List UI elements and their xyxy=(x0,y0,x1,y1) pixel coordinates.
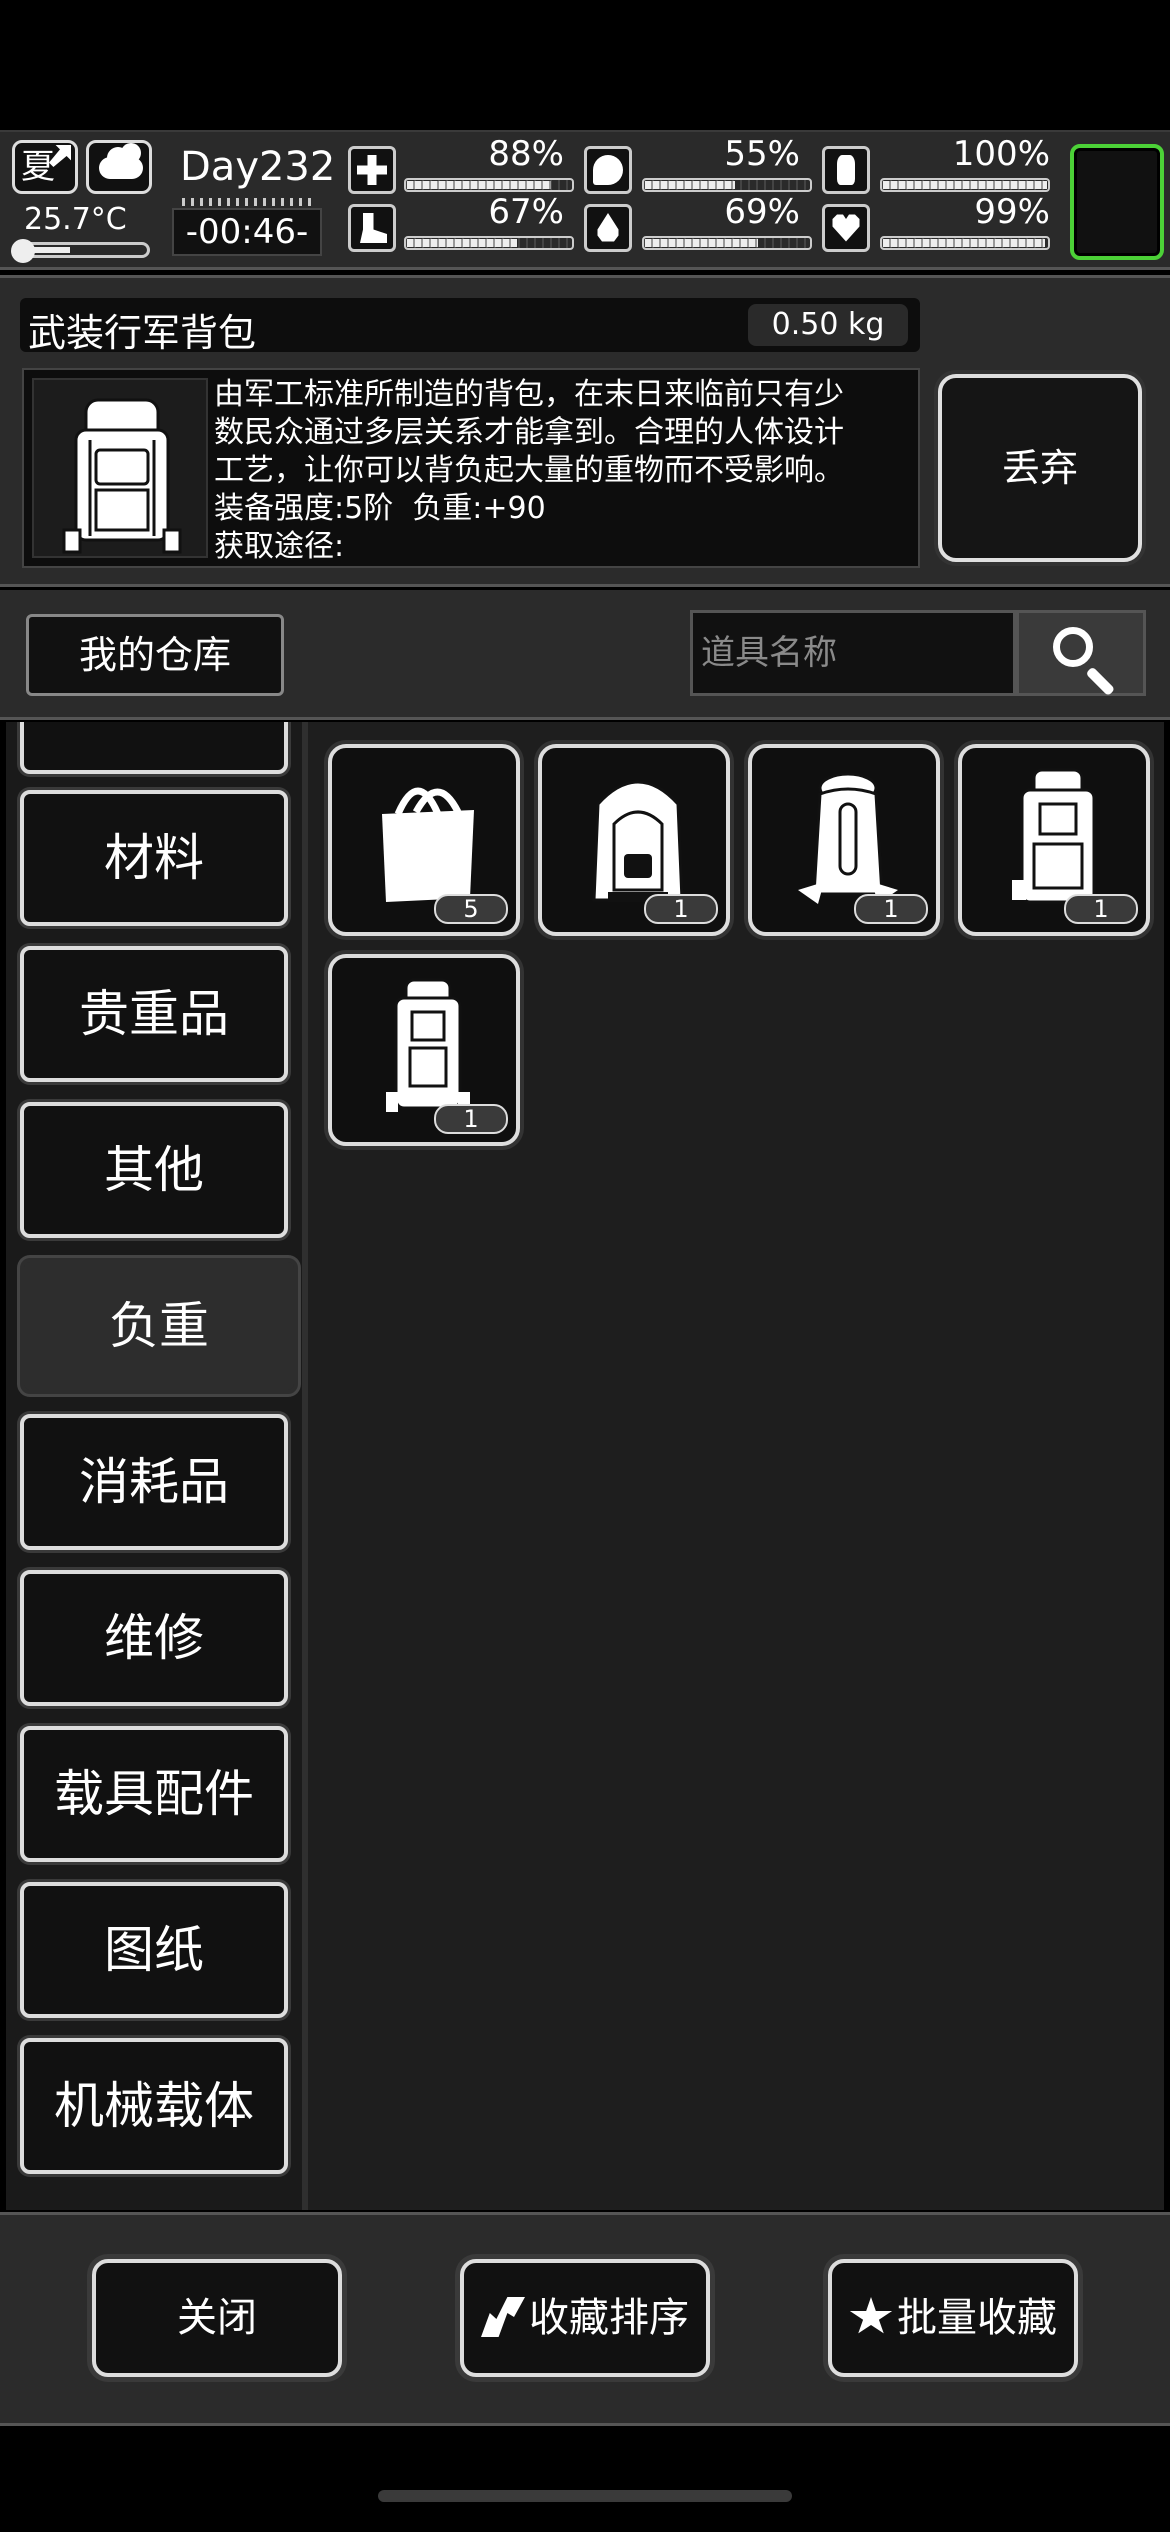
category-vehicle-parts[interactable]: 载具配件 xyxy=(20,1726,288,1862)
item-slot-tote-bag[interactable]: 5 xyxy=(328,744,520,936)
category-button-partial[interactable] xyxy=(20,722,288,774)
bottom-action-bar: 关闭 收藏排序 批量收藏 xyxy=(0,2212,1170,2426)
item-count-badge: 5 xyxy=(434,894,508,924)
item-count-badge: 1 xyxy=(644,894,718,924)
category-materials[interactable]: 材料 xyxy=(20,790,288,926)
thermometer-bar xyxy=(11,239,150,263)
thirst-value: 69% xyxy=(724,192,800,232)
item-description-box: 由军工标准所制造的背包，在末日来临前只有少 数民众通过多层关系才能拿到。合理的人… xyxy=(22,368,920,568)
status-bar: 夏 25.7°C Day232 -00:46- 88% 55% 100% 67%… xyxy=(0,130,1170,270)
close-button-label: 关闭 xyxy=(177,2295,257,2341)
hiking-backpack-icon xyxy=(798,772,898,904)
temperature-text: 25.7°C xyxy=(24,202,127,237)
health-bar xyxy=(404,178,574,192)
military-backpack-icon xyxy=(32,378,208,558)
mood-bar xyxy=(880,236,1050,250)
item-count-badge: 1 xyxy=(1064,894,1138,924)
category-valuables[interactable]: 贵重品 xyxy=(20,946,288,1082)
cloud-icon xyxy=(86,140,152,194)
battery-icon xyxy=(822,146,870,194)
item-slot-military-backpack[interactable]: 1 xyxy=(958,744,1150,936)
item-count-badge: 1 xyxy=(854,894,928,924)
stomach-icon xyxy=(584,146,632,194)
season-badge: 夏 xyxy=(12,140,78,194)
equipped-slot[interactable] xyxy=(1070,144,1164,260)
water-drop-icon xyxy=(584,204,632,252)
home-indicator[interactable] xyxy=(378,2490,792,2502)
stamina-bar xyxy=(404,236,574,250)
thirst-bar xyxy=(642,236,812,250)
close-button[interactable]: 关闭 xyxy=(92,2259,342,2377)
item-name: 武装行军背包 xyxy=(28,311,257,355)
category-sidebar[interactable]: 材料 贵重品 其他 负重 消耗品 维修 载具配件 图纸 机械载体 xyxy=(6,722,302,2210)
medkit-icon xyxy=(348,146,396,194)
category-consumables[interactable]: 消耗品 xyxy=(20,1414,288,1550)
item-detail-panel: 武装行军背包 0.50 kg 由军工标准所制造的背包，在末日来临前只有少 数民众… xyxy=(0,275,1170,587)
category-load-bearing[interactable]: 负重 xyxy=(20,1258,298,1394)
item-slot-hiking-backpack[interactable]: 1 xyxy=(748,744,940,936)
item-grid: 5 1 1 1 1 xyxy=(308,722,1164,2210)
clock-display: -00:46- xyxy=(172,208,322,256)
military-backpack-icon xyxy=(1012,768,1096,904)
item-count-badge: 1 xyxy=(434,1104,508,1134)
category-repair[interactable]: 维修 xyxy=(20,1570,288,1706)
favorite-sort-label: 收藏排序 xyxy=(529,2295,689,2341)
energy-value: 100% xyxy=(952,134,1050,174)
day-progress-ticks xyxy=(182,198,312,206)
foot-icon xyxy=(348,204,396,252)
warehouse-header: 我的仓库 xyxy=(0,590,1170,720)
thermometer-fill xyxy=(29,247,70,253)
item-slot-armed-march-backpack[interactable]: 1 xyxy=(328,954,520,1146)
stamina-value: 67% xyxy=(488,192,564,232)
day-counter: Day232 xyxy=(180,144,336,190)
hunger-bar xyxy=(642,178,812,192)
favorite-sort-button[interactable]: 收藏排序 xyxy=(460,2259,710,2377)
batch-favorite-button[interactable]: 批量收藏 xyxy=(828,2259,1078,2377)
hunger-value: 55% xyxy=(724,134,800,174)
season-label: 夏 xyxy=(21,147,55,187)
mood-value: 99% xyxy=(974,192,1050,232)
batch-favorite-label: 批量收藏 xyxy=(897,2295,1057,2341)
backpack-icon xyxy=(592,780,684,902)
discard-button[interactable]: 丢弃 xyxy=(938,374,1142,562)
item-weight: 0.50 kg xyxy=(748,304,908,346)
health-value: 88% xyxy=(488,134,564,174)
category-other[interactable]: 其他 xyxy=(20,1102,288,1238)
tote-bag-icon xyxy=(382,787,474,902)
item-description: 由军工标准所制造的背包，在末日来临前只有少 数民众通过多层关系才能拿到。合理的人… xyxy=(214,377,844,564)
category-mech-carriers[interactable]: 机械载体 xyxy=(20,2038,288,2174)
item-search-input[interactable] xyxy=(690,610,1016,696)
my-warehouse-button[interactable]: 我的仓库 xyxy=(26,614,284,696)
sort-arrows-icon xyxy=(481,2297,525,2337)
item-slot-backpack[interactable]: 1 xyxy=(538,744,730,936)
category-blueprints[interactable]: 图纸 xyxy=(20,1882,288,2018)
energy-bar xyxy=(880,178,1050,192)
armed-march-backpack-icon xyxy=(386,978,470,1112)
item-title-bar: 武装行军背包 0.50 kg xyxy=(20,298,920,355)
star-icon xyxy=(849,2297,893,2334)
search-button[interactable] xyxy=(1016,610,1146,697)
heart-icon xyxy=(822,204,870,252)
